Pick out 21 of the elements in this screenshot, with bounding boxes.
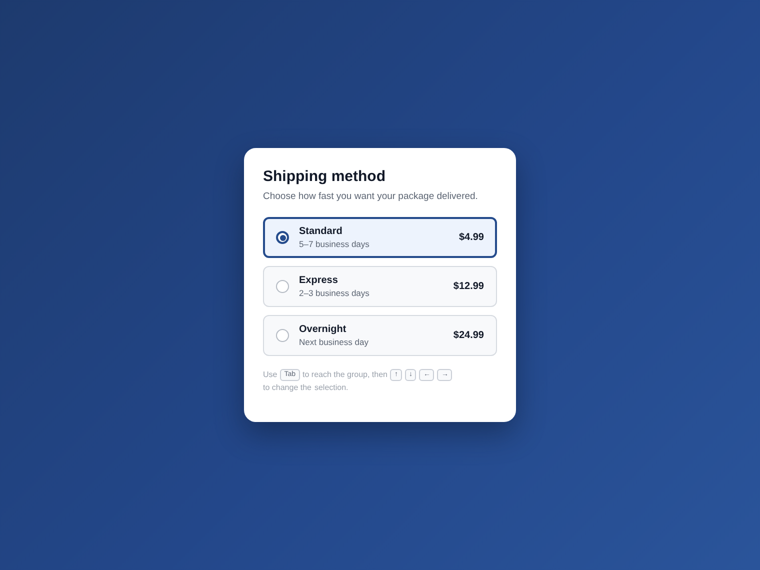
option-detail: 2–3 business days [299,288,370,298]
radio-icon [276,329,289,342]
card-title: Shipping method [263,168,386,185]
hint-text: to change the [263,382,312,394]
hint-text: selection. [314,382,348,394]
shipping-option[interactable]: Express 2–3 business days $12.99 [263,266,497,307]
hint-text: Use [263,369,278,381]
option-price: $24.99 [453,330,484,341]
option-name: Express [299,275,339,286]
option-price: $4.99 [458,232,484,243]
radio-icon [276,280,289,293]
option-name: Overnight [299,324,348,335]
radio-icon [276,231,289,244]
shipping-option[interactable]: Standard 5–7 business days $4.99 [263,217,497,258]
option-detail: Next business day [299,337,370,347]
option-detail: 5–7 business days [299,239,370,249]
hint-text: to reach the group, then [302,369,388,381]
shipping-option[interactable]: Overnight Next business day $24.99 [263,315,497,356]
option-name: Standard [299,226,344,237]
option-price: $12.99 [453,281,484,292]
card-subtitle: Choose how fast you want your package delivered. [263,191,479,202]
